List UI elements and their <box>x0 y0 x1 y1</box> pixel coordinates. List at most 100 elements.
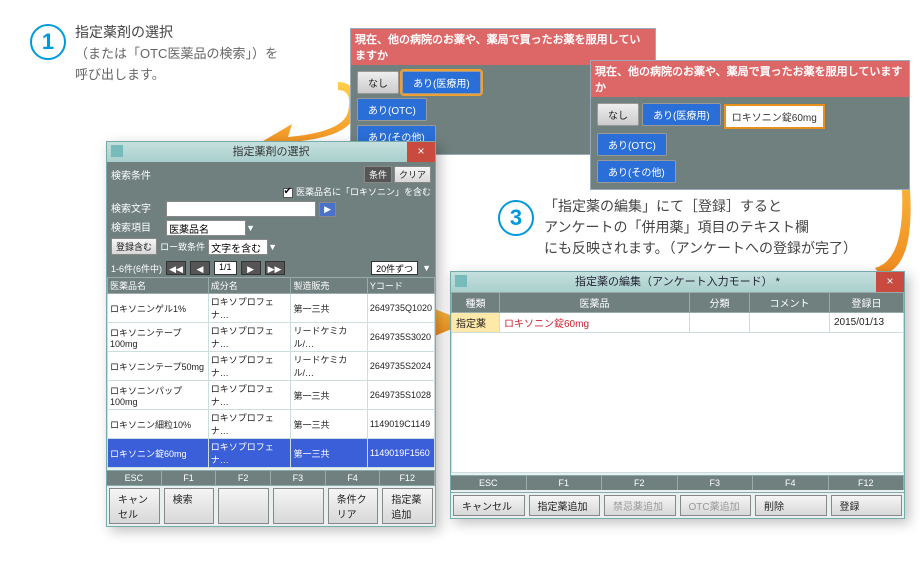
col-maker[interactable]: 製造販売 <box>291 278 367 294</box>
include-registered-button[interactable]: 登録含む <box>111 238 157 255</box>
cell: ロキソニンゲル1% <box>108 294 209 323</box>
cell-type: 指定薬 <box>452 313 500 333</box>
f3-button[interactable] <box>273 488 324 524</box>
col-drug[interactable]: 医薬品名 <box>108 278 209 294</box>
table-row[interactable]: ロキソニンテープ50mgロキソプロフェナ…リードケミカル/…2649735S20… <box>108 352 435 381</box>
table-row[interactable]: ロキソニン錠60mgロキソプロフェナ…第一三共1149019F1560 <box>108 439 435 468</box>
search-text-label: 検索文字 <box>111 200 163 215</box>
drug-select-dialog: 指定薬剤の選択 × 検索条件 条件 クリア 医薬品名に「ロキソニン」を含む 検索… <box>106 141 436 527</box>
page-size[interactable]: 20件ずつ <box>371 261 418 275</box>
page-first[interactable]: ◀◀ <box>166 261 186 275</box>
cell: ロキソニン細粒10% <box>108 410 209 439</box>
col-comment[interactable]: コメント <box>750 293 830 313</box>
table-row[interactable]: 指定薬 ロキソニン錠60mg 2015/01/13 <box>452 313 904 333</box>
search-button[interactable]: 検索 <box>164 488 215 524</box>
fkey-f4: F4 <box>753 476 829 490</box>
option-otc[interactable]: あり(OTC) <box>597 133 667 156</box>
table-row[interactable]: ロキソニンパップ100mgロキソプロフェナ…第一三共2649735S1028 <box>108 381 435 410</box>
cell-drug: ロキソニン錠60mg <box>500 313 690 333</box>
delete-button[interactable]: 削除 <box>755 495 827 516</box>
cell: 1149019F1560 <box>367 439 434 468</box>
cell: ロキソプロフェナ… <box>208 381 291 410</box>
step-3-l3: にも反映されます。（アンケートへの登録が完了） <box>544 240 857 256</box>
cell-class <box>690 313 750 333</box>
fkey-f12: F12 <box>829 476 905 490</box>
step-1-text: 指定薬剤の選択 （または「OTC医薬品の検索」）を 呼び出します。 <box>75 22 278 85</box>
app-icon <box>455 275 467 287</box>
cell: 第一三共 <box>291 381 367 410</box>
fkey-f1: F1 <box>527 476 603 490</box>
match-mode-select[interactable] <box>208 239 268 255</box>
col-drug[interactable]: 医薬品 <box>500 293 690 313</box>
cell: 第一三共 <box>291 294 367 323</box>
cell: ロキソプロフェナ… <box>208 323 291 352</box>
cell: 第一三共 <box>291 439 367 468</box>
cell: ロキソニンパップ100mg <box>108 381 209 410</box>
fkey-esc: ESC <box>451 476 527 490</box>
cell: ロキソプロフェナ… <box>208 352 291 381</box>
register-button[interactable]: 登録 <box>831 495 903 516</box>
cell: 1149019C1149 <box>367 410 434 439</box>
step-1-sub2: 呼び出します。 <box>75 67 165 82</box>
selected-drug-tag: ロキソニン錠60mg <box>724 104 825 129</box>
table-row[interactable]: ロキソニンテープ100mgロキソプロフェナ…リードケミカル/…2649735S3… <box>108 323 435 352</box>
pager: 1-6件(6件中) ◀◀ ◀ 1/1 ▶ ▶▶ 20件ずつ▼ <box>107 259 435 277</box>
search-field-label: 検索項目 <box>111 219 163 234</box>
col-class[interactable]: 分類 <box>690 293 750 313</box>
page-indicator[interactable]: 1/1 <box>214 261 237 275</box>
fbtn-row: キャンセル 検索 条件クリア 指定薬追加 <box>107 485 435 526</box>
step-3-l1: 「指定薬の編集」にて［登録］すると <box>544 198 782 214</box>
cell-comment <box>750 313 830 333</box>
cancel-button[interactable]: キャンセル <box>109 488 160 524</box>
option-none[interactable]: なし <box>357 71 399 94</box>
col-date[interactable]: 登録日 <box>830 293 904 313</box>
step-3-l2: アンケートの「併用薬」項目のテキスト欄 <box>544 219 809 235</box>
f2-button[interactable] <box>218 488 269 524</box>
search-field-select[interactable] <box>166 220 246 236</box>
panel-title: 現在、他の病院のお薬や、薬局で買ったお薬を服用していますか <box>591 61 909 97</box>
cond-clear-button[interactable]: 条件クリア <box>328 488 379 524</box>
page-prev[interactable]: ◀ <box>190 261 210 275</box>
add-drug-button[interactable]: 指定薬追加 <box>382 488 433 524</box>
table-row[interactable]: ロキソニン細粒10%ロキソプロフェナ…第一三共1149019C1149 <box>108 410 435 439</box>
fbtn-row: キャンセル 指定薬追加 禁忌薬追加 OTC薬追加 削除 登録 <box>451 492 904 518</box>
close-icon[interactable]: × <box>407 142 435 162</box>
search-text-input[interactable] <box>166 201 316 217</box>
close-icon[interactable]: × <box>876 272 904 292</box>
fkey-row: ESC F1 F2 F3 F4 F12 <box>107 470 435 485</box>
cell: ロキソニン錠60mg <box>108 439 209 468</box>
cond-button[interactable]: 条件 <box>364 166 392 183</box>
col-ingredient[interactable]: 成分名 <box>208 278 291 294</box>
option-other[interactable]: あり(その他) <box>597 160 676 183</box>
col-type[interactable]: 種類 <box>452 293 500 313</box>
col-ycode[interactable]: Yコード <box>367 278 434 294</box>
rough-match-label: ロー致条件 <box>160 242 205 252</box>
option-otc[interactable]: あり(OTC) <box>357 98 427 121</box>
add-drug-button[interactable]: 指定薬追加 <box>529 495 601 516</box>
clear-button[interactable]: クリア <box>394 166 431 183</box>
titlebar: 指定薬の編集（アンケート入力モード） * × <box>451 272 904 292</box>
cell: ロキソプロフェナ… <box>208 294 291 323</box>
page-last[interactable]: ▶▶ <box>265 261 285 275</box>
window-title: 指定薬剤の選択 <box>233 146 310 158</box>
contains-checkbox[interactable] <box>283 188 293 198</box>
app-icon <box>111 145 123 157</box>
fkey-f4: F4 <box>326 471 381 485</box>
cancel-button[interactable]: キャンセル <box>453 495 525 516</box>
cell: リードケミカル/… <box>291 323 367 352</box>
page-next[interactable]: ▶ <box>241 261 261 275</box>
result-grid[interactable]: 医薬品名 成分名 製造販売 Yコード ロキソニンゲル1%ロキソプロフェナ…第一三… <box>107 277 435 468</box>
search-text-go[interactable]: ▶ <box>319 202 336 217</box>
option-none[interactable]: なし <box>597 103 639 126</box>
cell: 第一三共 <box>291 410 367 439</box>
cell: リードケミカル/… <box>291 352 367 381</box>
cell: ロキソプロフェナ… <box>208 439 291 468</box>
edit-grid[interactable]: 種類 医薬品 分類 コメント 登録日 指定薬 ロキソニン錠60mg 2015/0… <box>451 292 904 333</box>
add-contraind-button[interactable]: 禁忌薬追加 <box>604 495 676 516</box>
cell: 2649735S1028 <box>367 381 434 410</box>
table-row[interactable]: ロキソニンゲル1%ロキソプロフェナ…第一三共2649735Q1020 <box>108 294 435 323</box>
add-otc-button[interactable]: OTC薬追加 <box>680 495 752 516</box>
option-med[interactable]: あり(医療用) <box>642 103 721 126</box>
cell: 2649735Q1020 <box>367 294 434 323</box>
option-med[interactable]: あり(医療用) <box>402 71 481 94</box>
